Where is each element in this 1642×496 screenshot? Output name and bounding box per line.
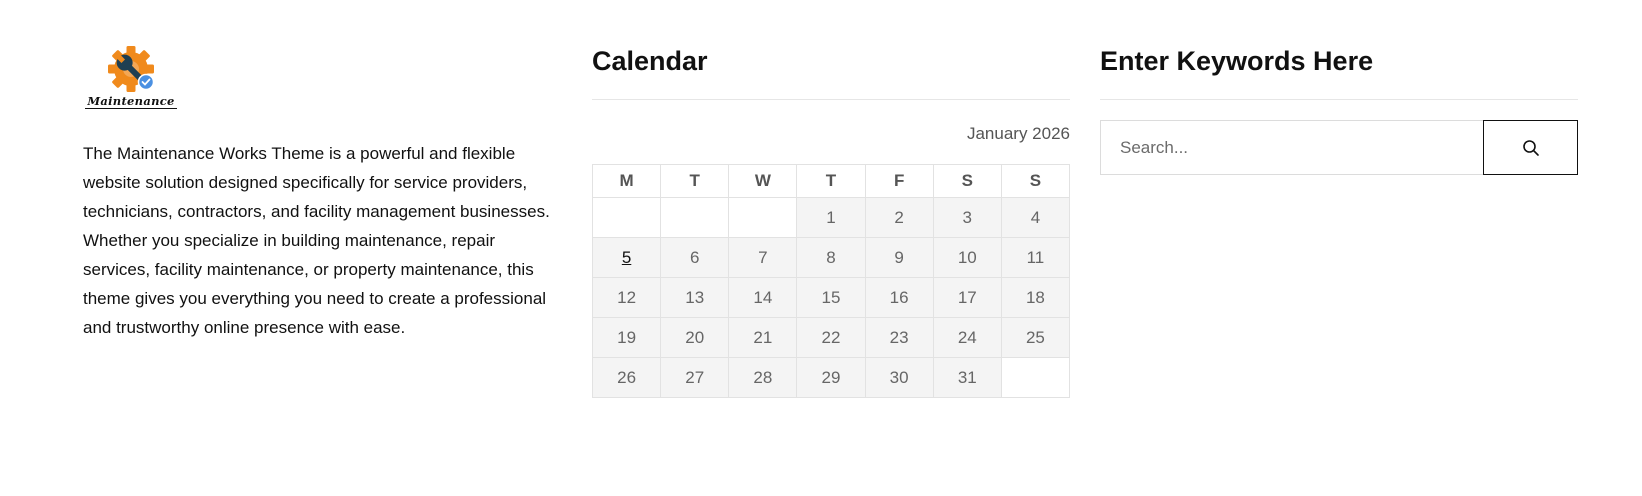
- calendar-day-label: 6: [689, 247, 700, 267]
- calendar-day-label: 23: [889, 327, 909, 347]
- search-divider: [1100, 99, 1578, 100]
- calendar-day-label: 21: [753, 327, 773, 347]
- calendar-day: 17: [932, 277, 1002, 318]
- calendar-day: 26: [591, 357, 662, 398]
- calendar-day: 6: [660, 237, 730, 278]
- calendar-day-label: 17: [957, 287, 977, 307]
- logo-wordmark: Maintenance: [87, 94, 175, 108]
- calendar-day-label: 8: [826, 247, 836, 267]
- calendar-day-label: 3: [962, 207, 972, 227]
- calendar-day: 3: [932, 197, 1002, 238]
- calendar-day-label: 29: [821, 367, 841, 387]
- weekday-header: T: [660, 164, 730, 198]
- calendar-week-row: 19 20 21 22 23 24 25: [591, 317, 1071, 358]
- calendar-day-label: 25: [1025, 327, 1045, 347]
- calendar-day: 7: [728, 237, 798, 278]
- search-button[interactable]: [1483, 120, 1578, 175]
- calendar-day-label: 12: [617, 287, 637, 307]
- calendar-day-label: 4: [1030, 207, 1041, 227]
- calendar-day-label: 9: [894, 247, 904, 267]
- calendar-day: 8: [796, 237, 866, 278]
- calendar-day: 2: [864, 197, 934, 238]
- calendar-week-row: 12 13 14 15 16 17 18: [591, 277, 1071, 318]
- calendar-day: 19: [591, 317, 662, 358]
- calendar-empty-cell: [1000, 357, 1071, 398]
- calendar-day-label: 20: [685, 327, 705, 347]
- about-text: The Maintenance Works Theme is a powerfu…: [83, 144, 550, 337]
- calendar-week-row: 5 6 7 8 9 10 11: [591, 237, 1071, 278]
- calendar-day: 4: [1000, 197, 1071, 238]
- calendar-day: 9: [864, 237, 934, 278]
- calendar-day-label: 30: [889, 367, 909, 387]
- calendar-day: 14: [728, 277, 798, 318]
- calendar-day-label: 27: [685, 367, 705, 387]
- weekday-header: S: [932, 164, 1002, 198]
- calendar-day: 15: [796, 277, 866, 318]
- calendar-empty-cell: [660, 197, 730, 238]
- calendar-week-row: 26 27 28 29 30 31: [591, 357, 1071, 398]
- calendar-day: 23: [864, 317, 934, 358]
- calendar-day-label: 18: [1025, 287, 1045, 307]
- weekday-header: W: [728, 164, 798, 198]
- calendar-day-label: 15: [821, 287, 841, 307]
- calendar-empty-cell: [728, 197, 798, 238]
- calendar-day: 21: [728, 317, 798, 358]
- calendar-day: 30: [864, 357, 934, 398]
- calendar-day-label: 11: [1026, 247, 1045, 267]
- calendar-day: 13: [660, 277, 730, 318]
- calendar-day-label: 19: [617, 327, 637, 347]
- calendar-day: 25: [1000, 317, 1071, 358]
- calendar-day: 22: [796, 317, 866, 358]
- calendar-title: Calendar: [592, 46, 708, 76]
- calendar-day: 10: [932, 237, 1002, 278]
- calendar-empty-cell: [591, 197, 662, 238]
- weekday-header: F: [864, 164, 934, 198]
- calendar-day-label: 2: [894, 207, 904, 227]
- site-logo[interactable]: Maintenance: [83, 44, 179, 109]
- calendar-body: 1 2 3 4 5 6 7 8 9 10 11 12 13 14 15 16 17 18 19 20 21 22 23 24 2…: [591, 197, 1071, 398]
- calendar-day: 24: [932, 317, 1002, 358]
- gear-wrench-icon: [108, 46, 155, 92]
- calendar-day-link[interactable]: 5: [622, 248, 631, 267]
- calendar-day-label: 26: [617, 367, 637, 387]
- calendar-day: 18: [1000, 277, 1071, 318]
- calendar-week-row: 1 2 3 4: [591, 197, 1071, 238]
- calendar-day: 28: [728, 357, 798, 398]
- calendar-day-label: 31: [957, 367, 977, 387]
- weekday-header: S: [1000, 164, 1071, 198]
- calendar-day: 20: [660, 317, 730, 358]
- calendar-day: 1: [796, 197, 866, 238]
- calendar-divider: [592, 99, 1070, 100]
- calendar-day: 12: [591, 277, 662, 318]
- search-title: Enter Keywords Here: [1100, 46, 1374, 76]
- search-input[interactable]: [1100, 120, 1484, 175]
- logo-underline: [85, 108, 177, 109]
- calendar-day: 16: [864, 277, 934, 318]
- calendar-day: 27: [660, 357, 730, 398]
- calendar-day-label: 7: [758, 247, 768, 267]
- weekday-header: M: [591, 164, 662, 198]
- calendar-day-label: 10: [957, 247, 977, 267]
- weekday-header: T: [796, 164, 866, 198]
- calendar-table: M T W T F S S 1 2 3 4 5 6 7 8 9 10 11 12 13 14 15 16 17 1…: [591, 164, 1071, 398]
- calendar-day: 11: [1000, 237, 1071, 278]
- calendar-weekday-row: M T W T F S S: [591, 164, 1071, 198]
- calendar-day-label: 28: [753, 367, 773, 387]
- calendar-day: 29: [796, 357, 866, 398]
- calendar-day[interactable]: 5: [591, 237, 662, 278]
- calendar-day-label: 1: [826, 207, 836, 227]
- calendar-day-label: 13: [685, 287, 705, 307]
- calendar-day-label: 14: [753, 287, 773, 307]
- calendar-caption: January 2026: [966, 124, 1070, 143]
- search-icon: [1522, 139, 1539, 156]
- calendar-day: 31: [932, 357, 1002, 398]
- calendar-day-label: 22: [821, 327, 841, 347]
- calendar-day-label: 16: [889, 287, 909, 307]
- calendar-day-label: 24: [957, 327, 977, 347]
